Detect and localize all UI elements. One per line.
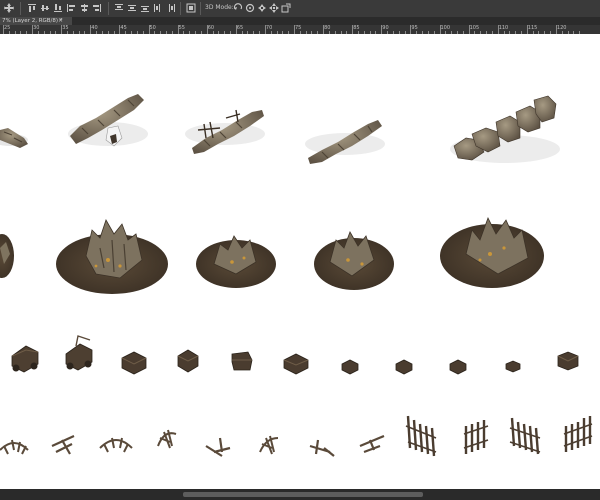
chest-sprite-1 — [121, 351, 147, 375]
chest-sprite-9 — [557, 351, 579, 371]
document-tab-title: 7% (Layer 2, RGB/8) * — [2, 18, 63, 24]
align-horizontal-center-icon[interactable] — [79, 3, 89, 13]
ruler-major-tick — [381, 25, 383, 34]
stone-wall-sprite-2 — [68, 94, 148, 147]
options-separator — [180, 2, 181, 15]
options-separator — [200, 2, 201, 15]
stone-wall-sprite-5 — [450, 95, 560, 163]
wood-arc-sprite-2 — [99, 437, 133, 453]
wood-planks-sprite-1 — [51, 434, 75, 455]
ore-mound-sprite-5 — [440, 216, 544, 288]
3d-slide-icon[interactable] — [269, 3, 279, 13]
close-icon[interactable]: × — [58, 17, 63, 25]
ruler-major-tick — [497, 25, 499, 34]
ruler-major-tick — [206, 25, 208, 34]
wood-wheel-sprite-2 — [259, 435, 279, 455]
ruler-major-tick — [90, 25, 92, 34]
distribute-top-icon[interactable] — [114, 3, 124, 13]
distribute-right-icon[interactable] — [166, 3, 176, 13]
ruler-major-tick — [352, 25, 354, 34]
distribute-bottom-icon[interactable] — [140, 3, 150, 13]
ruler-major-tick — [32, 25, 34, 34]
stone-wall-sprite-1 — [0, 128, 28, 148]
chest-sprite-4 — [283, 353, 309, 375]
wood-fence-sprite-4 — [563, 416, 593, 452]
align-left-icon[interactable] — [66, 3, 76, 13]
sprite-sheet — [0, 94, 593, 457]
cart-sprite-1 — [11, 345, 39, 373]
chest-sprite-6 — [395, 359, 413, 375]
document-tab[interactable]: 7% (Layer 2, RGB/8) * × — [0, 17, 72, 25]
align-bottom-icon[interactable] — [53, 3, 63, 13]
wood-planks-sprite-3 — [309, 439, 335, 457]
ruler-major-tick — [294, 25, 295, 34]
ruler-major-tick — [555, 25, 557, 34]
distribute-center-icon[interactable] — [127, 3, 137, 13]
chest-sprite-8 — [505, 360, 521, 373]
ruler-major-tick — [323, 25, 325, 34]
ruler-major-tick — [148, 25, 150, 34]
ruler-major-tick — [468, 25, 470, 34]
3d-roll-icon[interactable] — [245, 3, 255, 13]
align-top-icon[interactable] — [27, 3, 37, 13]
horizontal-scrollbar[interactable] — [0, 489, 600, 500]
align-vertical-center-icon[interactable] — [40, 3, 50, 13]
wood-arc-sprite-1 — [0, 439, 29, 455]
options-separator — [108, 2, 109, 15]
ore-mound-sprite-4 — [314, 231, 394, 290]
document-tab-bar: 7% (Layer 2, RGB/8) * × — [0, 17, 600, 25]
options-separator — [20, 2, 21, 15]
chest-sprite-2 — [177, 349, 199, 373]
move-tool-icon[interactable] — [4, 3, 14, 13]
wood-planks-sprite-4 — [359, 434, 385, 454]
ruler-major-tick — [3, 25, 4, 34]
chest-sprite-3 — [231, 351, 253, 371]
ore-mound-sprite-3 — [196, 235, 276, 288]
wood-fence-sprite-1 — [405, 415, 437, 457]
ruler-major-tick — [439, 25, 441, 34]
3d-rotate-icon[interactable] — [233, 3, 243, 13]
ore-mound-sprite-2 — [56, 219, 168, 294]
scrollbar-thumb[interactable] — [183, 492, 423, 497]
ruler-major-tick — [61, 25, 63, 34]
options-bar: 3D Mode: — [0, 0, 600, 18]
wood-planks-sprite-2 — [205, 437, 231, 457]
stone-wall-sprite-4 — [305, 120, 385, 164]
ruler-major-tick — [264, 25, 266, 34]
ore-mound-sprite-1 — [0, 234, 14, 278]
wood-fence-sprite-3 — [509, 417, 541, 455]
document-canvas[interactable] — [0, 34, 600, 489]
ruler-major-tick — [177, 25, 179, 34]
chest-sprite-7 — [449, 359, 467, 375]
align-right-icon[interactable] — [92, 3, 102, 13]
wood-fence-sprite-2 — [463, 420, 489, 454]
3d-scale-icon[interactable] — [281, 3, 291, 13]
distribute-left-icon[interactable] — [153, 3, 163, 13]
wood-wheel-sprite-1 — [157, 429, 177, 449]
chest-sprite-5 — [341, 359, 359, 375]
ruler-major-tick — [235, 25, 237, 34]
cart-sprite-2 — [65, 335, 93, 371]
auto-align-icon[interactable] — [186, 3, 196, 13]
stone-wall-sprite-3 — [185, 109, 265, 154]
3d-mode-label: 3D Mode: — [205, 4, 234, 11]
ruler-major-tick — [119, 25, 121, 34]
ruler-major-tick — [410, 25, 412, 34]
3d-pan-icon[interactable] — [257, 3, 267, 13]
ruler-major-tick — [526, 25, 528, 34]
